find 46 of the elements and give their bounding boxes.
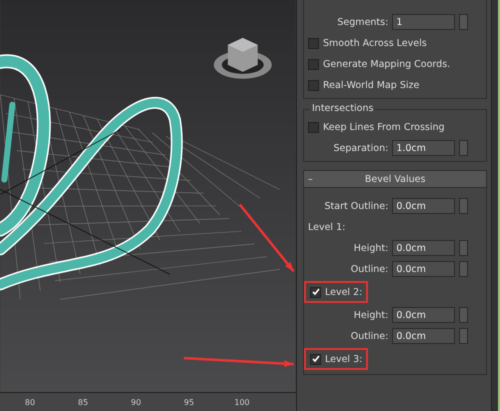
checkbox[interactable]	[308, 80, 319, 90]
collapse-sign: –	[307, 174, 314, 184]
checkbox-label: Level 2:	[325, 286, 362, 298]
spinner[interactable]	[459, 14, 468, 30]
input-field[interactable]: 1.0cm	[392, 140, 456, 156]
field-label: Outline:	[350, 264, 388, 274]
timeline-ruler[interactable]: 80 85 90 95 100	[0, 392, 296, 411]
scrollbar[interactable]	[491, 0, 498, 411]
rollout-header[interactable]: – Bevel Values	[303, 170, 488, 188]
checkbox[interactable]	[308, 38, 319, 48]
checkbox-label: Real-World Map Size	[323, 80, 420, 90]
ruler-label: 85	[78, 398, 88, 408]
input-field[interactable]: 0.0cm	[392, 198, 456, 214]
ruler-label: 80	[24, 398, 36, 408]
checkbox-label: Keep Lines From Crossing	[323, 122, 445, 132]
ruler-label: 100	[234, 398, 250, 408]
input-field[interactable]: 0.0cm	[392, 240, 456, 256]
field-label: Segments:	[337, 16, 388, 28]
input-field[interactable]: 1	[392, 14, 456, 30]
field-label: Outline:	[350, 330, 388, 342]
field-label: Height:	[354, 242, 388, 254]
input-field[interactable]: 0.0cm	[392, 307, 456, 323]
checkbox-label: Generate Mapping Coords.	[323, 58, 450, 70]
input-field[interactable]: 0.0cm	[392, 328, 456, 344]
checkbox[interactable]	[308, 58, 319, 70]
spinner[interactable]	[459, 328, 468, 344]
annotation-arrow	[238, 204, 295, 272]
level-label: Level 1:	[308, 222, 346, 232]
checkbox[interactable]	[310, 354, 321, 364]
spinner[interactable]	[459, 307, 468, 323]
spinner[interactable]	[459, 261, 468, 277]
ruler-label: 95	[184, 398, 194, 408]
field-label: Height:	[354, 310, 388, 320]
spinner[interactable]	[459, 240, 468, 256]
checkbox-label: Level 3:	[325, 354, 362, 364]
checkbox-label: Smooth Across Levels	[323, 38, 427, 48]
viewcube-icon	[214, 38, 272, 79]
spinner[interactable]	[459, 198, 468, 214]
field-label: Separation:	[333, 142, 388, 154]
field-label: Start Outline:	[324, 200, 388, 212]
rollout-title: Bevel Values	[364, 174, 426, 184]
checkbox[interactable]	[310, 286, 321, 298]
ruler-label: 90	[130, 398, 142, 408]
spinner[interactable]	[459, 140, 468, 156]
input-field[interactable]: 0.0cm	[392, 261, 456, 277]
checkbox[interactable]	[308, 122, 319, 132]
